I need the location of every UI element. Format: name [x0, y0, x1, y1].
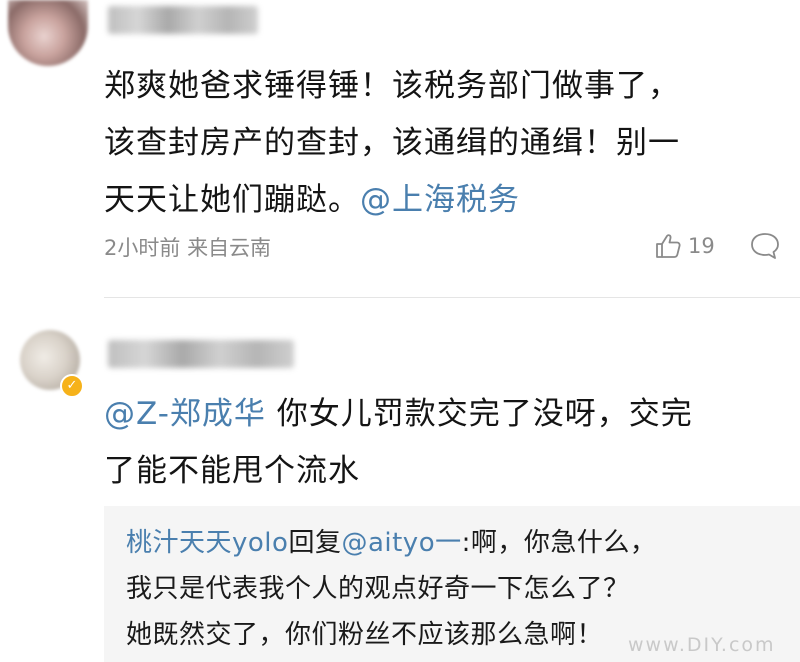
- comment-source: 来自云南: [187, 236, 272, 260]
- watermark: www.DIY.com: [628, 634, 776, 656]
- comment-text-line: 天天让她们蹦跶。@上海税务: [104, 172, 784, 229]
- username-blurred[interactable]: [108, 340, 294, 368]
- comment-text-line: 郑爽她爸求锤得锤！该税务部门做事了，: [104, 68, 680, 104]
- comment-text: @Z-郑成华 你女儿罚款交完了没呀，交完 了能不能甩个流水: [104, 386, 784, 500]
- comment-divider: [104, 297, 800, 298]
- reply-text-fragment: :啊，你急什么，: [461, 528, 657, 558]
- like-count: 19: [688, 234, 715, 258]
- comment-text-fragment: 天天让她们蹦跶。: [104, 182, 360, 218]
- comment-text: 郑爽她爸求锤得锤！该税务部门做事了， 该查封房产的查封，该通缉的通缉！别一 天天…: [104, 58, 784, 229]
- thumbs-up-icon: [656, 234, 681, 258]
- mention-link[interactable]: @aityo一: [341, 528, 461, 558]
- avatar[interactable]: [8, 0, 88, 66]
- reply-author-link[interactable]: 桃汁天天yolo: [126, 528, 288, 558]
- comment-text-line: 了能不能甩个流水: [104, 453, 360, 489]
- comment-text-line: 该查封房产的查封，该通缉的通缉！别一: [104, 125, 680, 161]
- comment-meta: 2小时前 来自云南: [104, 232, 271, 262]
- username-blurred[interactable]: [108, 6, 258, 34]
- reply-line: 我只是代表我个人的观点好奇一下怎么了？: [126, 574, 630, 604]
- comment-text-fragment: 你女儿罚款交完了没呀，交完: [265, 396, 693, 432]
- reply-word: 回复: [288, 528, 342, 558]
- comment-bubble-icon[interactable]: [749, 231, 781, 261]
- reply-line: 桃汁天天yolo回复@aityo一:啊，你急什么，: [126, 520, 786, 566]
- like-button[interactable]: 19: [654, 230, 715, 262]
- verified-badge-icon: ✓: [60, 374, 84, 398]
- mention-link[interactable]: @上海税务: [360, 182, 520, 218]
- comment-time: 2小时前: [104, 236, 181, 260]
- comment-text-line: @Z-郑成华 你女儿罚款交完了没呀，交完: [104, 386, 784, 443]
- mention-link[interactable]: @Z-郑成华: [104, 396, 266, 432]
